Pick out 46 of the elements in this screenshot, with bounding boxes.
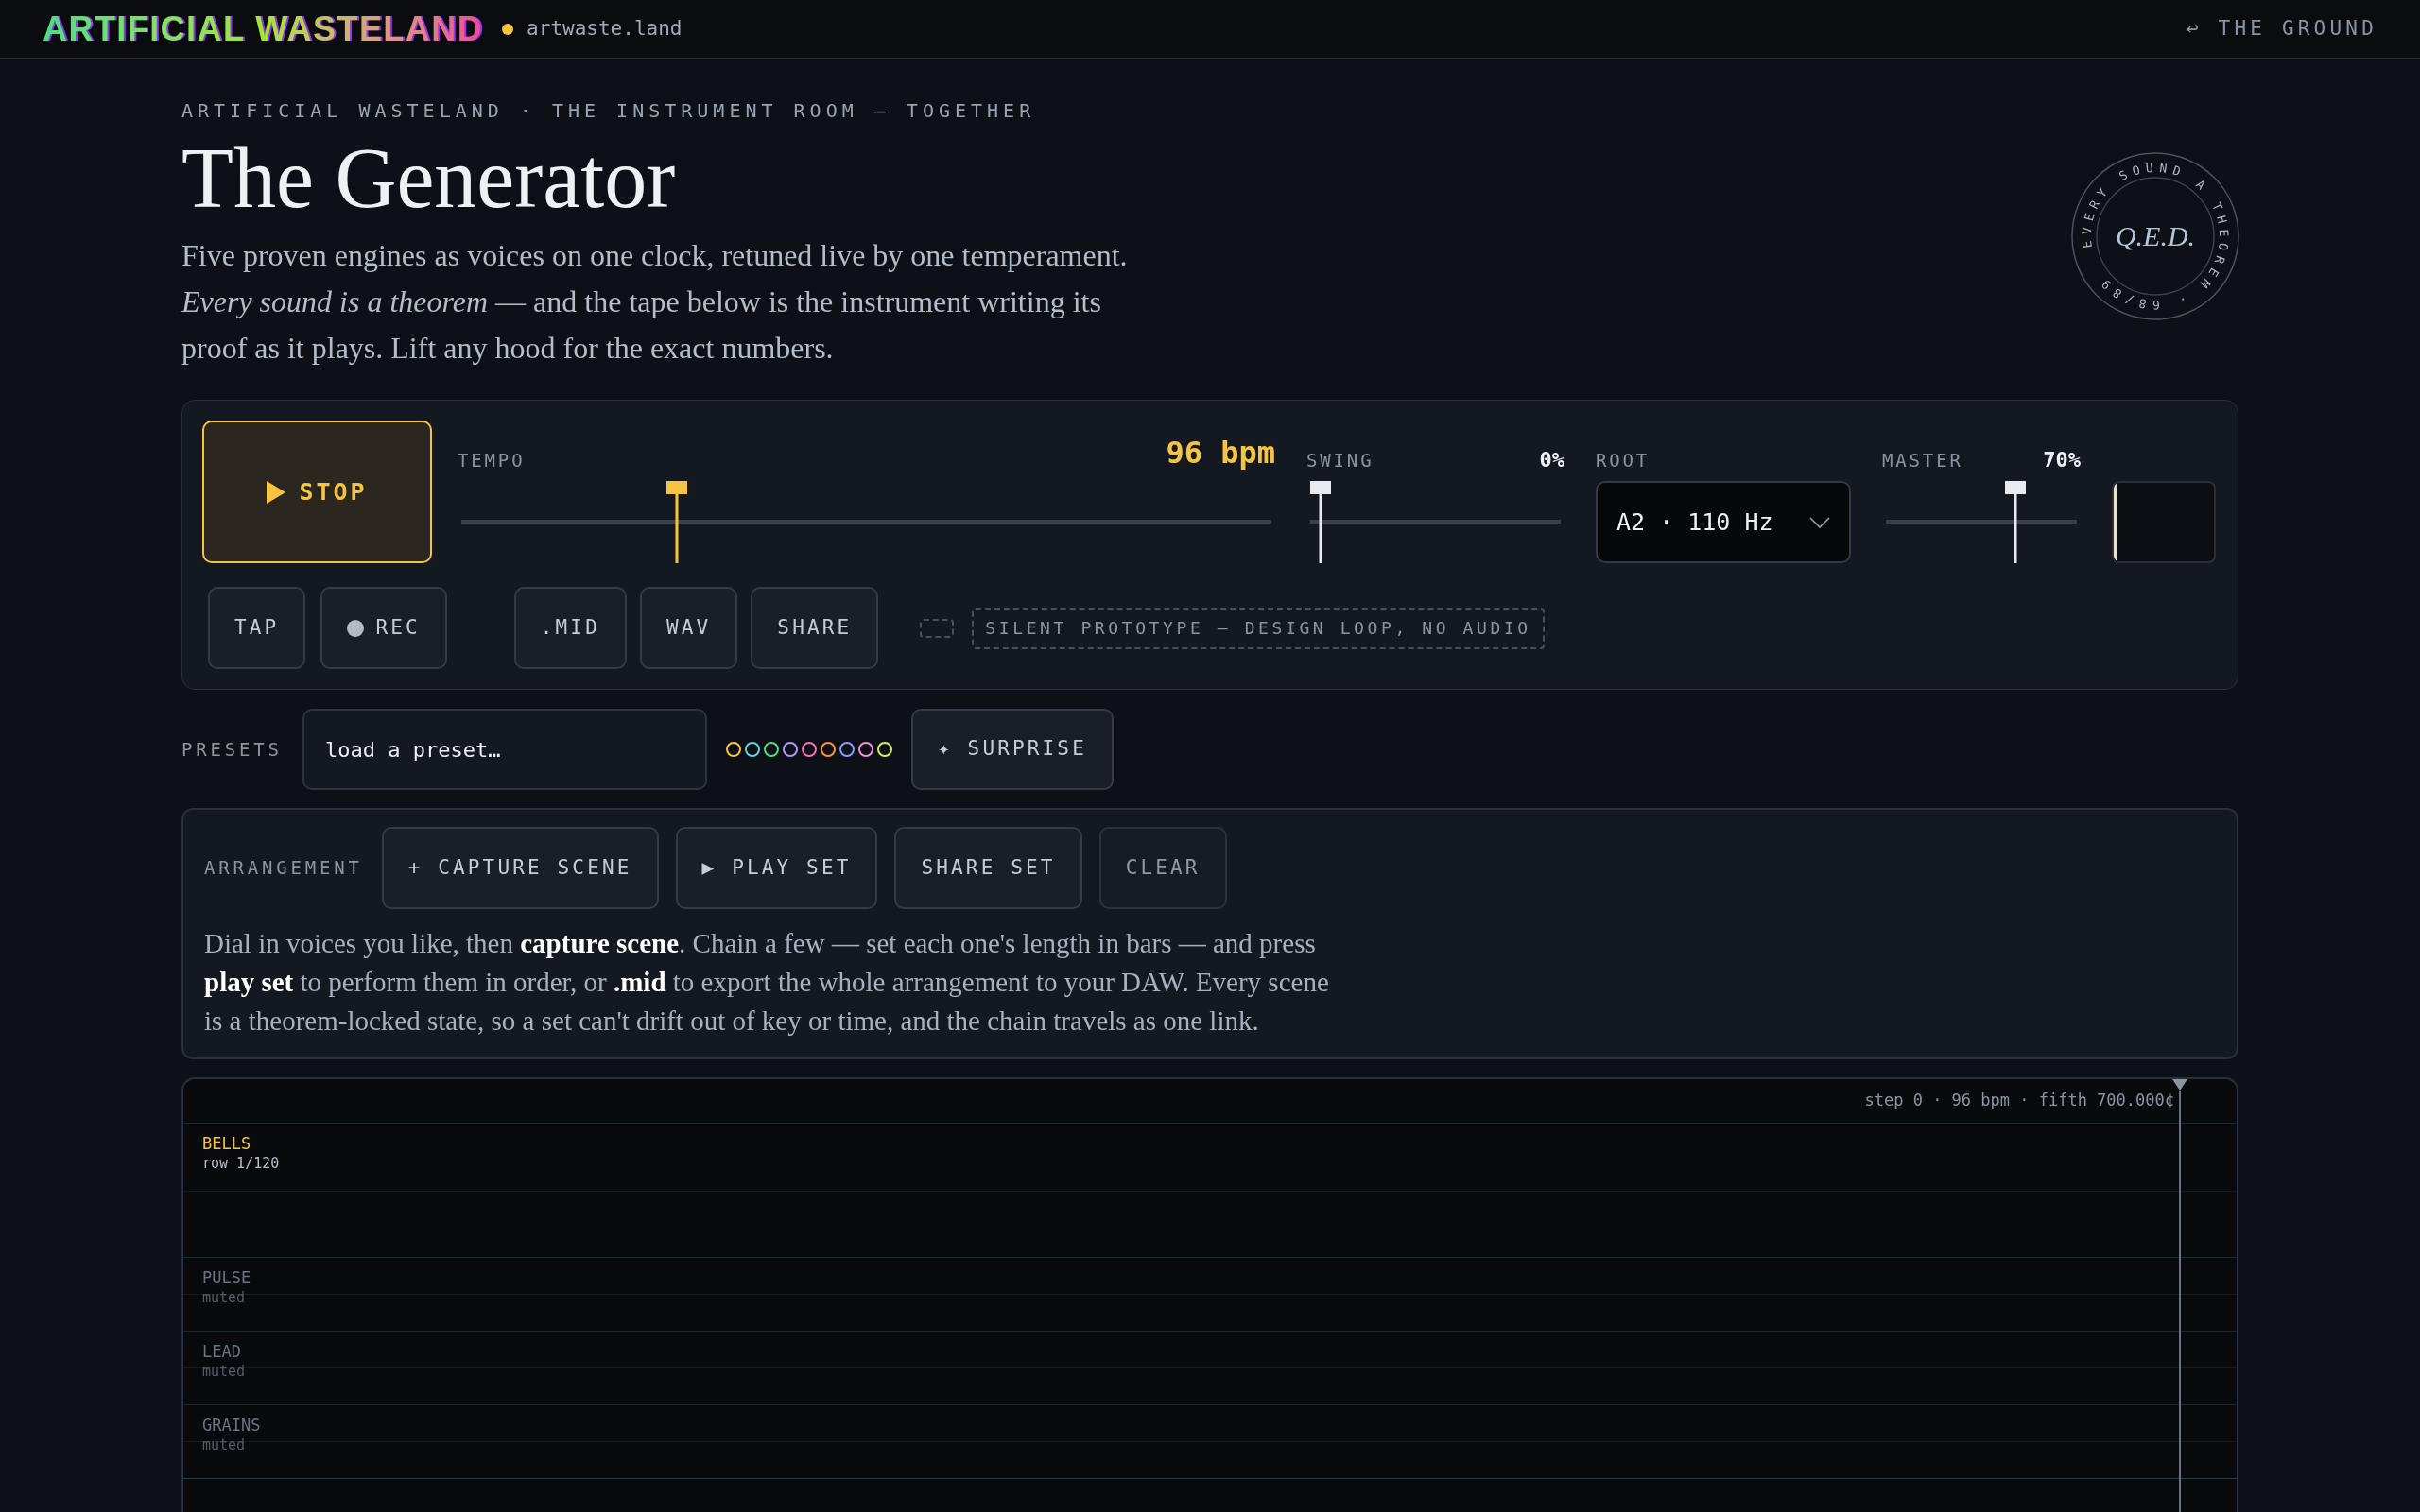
- lane-name: BELLS: [202, 1133, 252, 1154]
- lane-detail: muted: [202, 1362, 247, 1381]
- arrangement-button[interactable]: + CAPTURE SCENE: [381, 827, 659, 909]
- playhead-marker-icon: [2172, 1079, 2187, 1091]
- control-reading: 0%: [1539, 447, 1564, 473]
- root-select[interactable]: A2 · 110 Hz: [1596, 481, 1851, 563]
- export-button[interactable]: .MID: [513, 587, 627, 669]
- presets-label: PRESETS: [182, 737, 284, 762]
- prototype-notice: SILENT PROTOTYPE — DESIGN LOOP, NO AUDIO: [972, 607, 1545, 649]
- tape-status: step 0 · 96 bpm · fifth 700.000¢: [1864, 1090, 2174, 1112]
- control-label: SWING: [1306, 448, 1374, 472]
- lane-detail: muted: [202, 1435, 247, 1454]
- intro-paragraph: Five proven engines as voices on one clock, retuned live by one temperament. Every sound is a theorem — and the tape below is the instrument writing its proof as it plays. Lift any hood for the exact numbers.: [182, 237, 1129, 367]
- control-label: ROOT: [1596, 448, 1651, 472]
- stamp-center-text: Q.E.D.: [2115, 220, 2196, 251]
- control-reading: 70%: [2043, 447, 2081, 473]
- record-button[interactable]: REC: [320, 587, 447, 669]
- chevron-down-icon: [1809, 516, 1830, 528]
- export-button[interactable]: WAV: [639, 587, 738, 669]
- slider-thumb[interactable]: [2005, 481, 2026, 494]
- eyebrow-text: ARTIFICIAL WASTELAND · THE INSTRUMENT ROOM — TOGETHER: [182, 98, 1037, 124]
- surprise-button[interactable]: ✦ SURPRISE: [911, 709, 1114, 790]
- page-title: The Generator: [182, 136, 677, 221]
- record-dot-icon: [347, 619, 365, 637]
- arrangement-button[interactable]: SHARE SET: [894, 827, 1082, 909]
- arrangement-button[interactable]: ▶ PLAY SET: [675, 827, 878, 909]
- lane-name: PULSE: [202, 1267, 252, 1288]
- control-label: TEMPO: [458, 448, 526, 472]
- slider-thumb[interactable]: [1310, 481, 1331, 494]
- arrangement-description: Dial in voices you like, then capture scene. Chain a few — set each one's length in bars — and press play set to perform them in order, or .mid to export the whole arrangement to your DAW. Every scene is a theorem-locked state, so a set can't drift out of key or time, and the chain travels as one link.: [204, 927, 1330, 1038]
- domain-text: artwaste.land: [527, 15, 683, 42]
- lane-name: LEAD: [202, 1341, 242, 1362]
- arrangement-label: ARRANGEMENT: [204, 856, 363, 881]
- lane-name: GRAINS: [202, 1415, 262, 1435]
- play-icon: [267, 480, 286, 504]
- tap-button[interactable]: TAP: [208, 587, 306, 669]
- lane-detail: muted: [202, 1288, 247, 1307]
- preset-select[interactable]: load a preset…: [302, 709, 707, 790]
- control-reading: 96 bpm: [1166, 434, 1275, 472]
- export-button[interactable]: SHARE: [751, 587, 879, 669]
- lane-detail: row 1/120: [202, 1154, 281, 1173]
- stop-button[interactable]: STOP: [202, 421, 432, 563]
- back-link[interactable]: ↩ THE GROUND: [2186, 13, 2377, 44]
- dashed-box-icon: [920, 618, 955, 638]
- slider-thumb[interactable]: [666, 481, 688, 494]
- control-label: MASTER: [1882, 448, 1963, 472]
